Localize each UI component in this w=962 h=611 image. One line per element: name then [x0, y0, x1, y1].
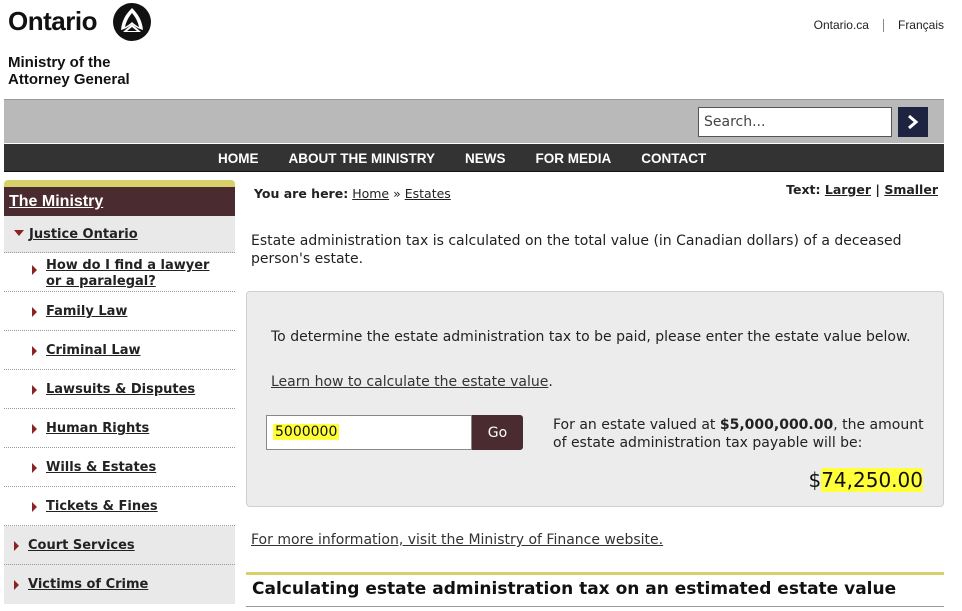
sidebar-accent [4, 180, 235, 187]
sidebar-item-label: Tickets & Fines [46, 499, 158, 514]
search-bar [4, 99, 944, 143]
caret-right-icon [32, 307, 37, 317]
nav-for-media[interactable]: FOR MEDIA [536, 151, 612, 166]
go-button[interactable]: Go [472, 415, 523, 450]
sidebar-item-label: Justice Ontario [29, 227, 138, 242]
sidebar-item-label: Victims of Crime [28, 577, 149, 592]
sidebar-item-lawsuits-disputes[interactable]: Lawsuits & Disputes [4, 370, 235, 409]
sidebar-item-victims-of-crime[interactable]: Victims of Crime [4, 565, 235, 604]
search-button[interactable] [898, 107, 928, 137]
nav-about-ministry[interactable]: ABOUT THE MINISTRY [289, 151, 436, 166]
sidebar-item-justice-ontario[interactable]: Justice Ontario [4, 216, 235, 253]
sidebar-item-wills-estates[interactable]: Wills & Estates [4, 448, 235, 487]
estate-value-text: 5000000 [273, 424, 340, 440]
calculator-learn: Learn how to calculate the estate value. [271, 374, 553, 390]
caret-down-icon [14, 230, 24, 236]
learn-calculate-link[interactable]: Learn how to calculate the estate value [271, 374, 548, 390]
search-input[interactable] [698, 107, 892, 137]
sidebar-heading[interactable]: The Ministry [4, 187, 235, 216]
chevron-right-icon [908, 114, 919, 130]
sidebar-item-label: Family Law [46, 304, 128, 319]
section-rule [246, 606, 944, 607]
caret-right-icon [14, 580, 19, 590]
result-description: For an estate valued at $5,000,000.00, t… [553, 417, 924, 451]
ministry-finance-link[interactable]: For more information, visit the Ministry… [251, 532, 663, 548]
brand-wordmark: Ontario [8, 6, 97, 36]
section-heading: Calculating estate administration tax on… [252, 579, 897, 599]
tax-calculator: To determine the estate administration t… [246, 291, 944, 507]
caret-right-icon [32, 502, 37, 512]
sidebar-item-court-services[interactable]: Court Services [4, 526, 235, 565]
sidebar-item-find-lawyer[interactable]: How do I find a lawyer or a paralegal? [4, 253, 235, 292]
sidebar-item-criminal-law[interactable]: Criminal Law [4, 331, 235, 370]
calculator-prompt: To determine the estate administration t… [271, 329, 911, 345]
ontario-logo[interactable]: Ontario [8, 2, 168, 44]
francais-link[interactable]: Français [898, 18, 944, 32]
caret-right-icon [14, 541, 19, 551]
trillium-icon [113, 3, 151, 41]
sidebar: The Ministry Justice Ontario How do I fi… [4, 180, 235, 611]
sidebar-item-label: Wills & Estates [46, 460, 157, 475]
text-smaller-link[interactable]: Smaller [884, 182, 938, 197]
section-divider [246, 572, 944, 575]
main-nav: HOME ABOUT THE MINISTRY NEWS FOR MEDIA C… [4, 144, 944, 172]
tax-amount: $74,250.00 [808, 468, 923, 492]
more-info: For more information, visit the Ministry… [251, 532, 663, 548]
caret-right-icon [32, 265, 37, 275]
caret-right-icon [32, 463, 37, 473]
sidebar-item-family-law[interactable]: Family Law [4, 292, 235, 331]
ministry-title: Ministry of the Attorney General [8, 54, 130, 88]
caret-right-icon [32, 346, 37, 356]
intro-paragraph: Estate administration tax is calculated … [251, 233, 902, 267]
divider [882, 18, 884, 32]
estate-value-input[interactable]: 5000000 [266, 415, 472, 450]
sidebar-item-label: Court Services [28, 538, 135, 553]
nav-news[interactable]: NEWS [465, 151, 506, 166]
top-links: Ontario.ca Français [814, 18, 944, 32]
sidebar-item-human-rights[interactable]: Human Rights [4, 409, 235, 448]
sidebar-item-label: Criminal Law [46, 343, 141, 358]
ontario-ca-link[interactable]: Ontario.ca [814, 18, 869, 32]
sidebar-item-tickets-fines[interactable]: Tickets & Fines [4, 487, 235, 526]
text-larger-link[interactable]: Larger [825, 182, 871, 197]
sidebar-item-label: Human Rights [46, 421, 150, 436]
breadcrumb-estates-link[interactable]: Estates [405, 186, 451, 201]
sidebar-item-label: How do I find a lawyer or a paralegal? [46, 258, 210, 289]
caret-right-icon [32, 424, 37, 434]
nav-contact[interactable]: CONTACT [641, 151, 706, 166]
sidebar-item-label: Lawsuits & Disputes [46, 382, 196, 397]
nav-home[interactable]: HOME [218, 151, 259, 166]
breadcrumb: You are here: Home » Estates [254, 186, 451, 201]
caret-right-icon [32, 385, 37, 395]
breadcrumb-home-link[interactable]: Home [352, 186, 389, 201]
text-size-controls: Text: Larger | Smaller [786, 182, 938, 197]
